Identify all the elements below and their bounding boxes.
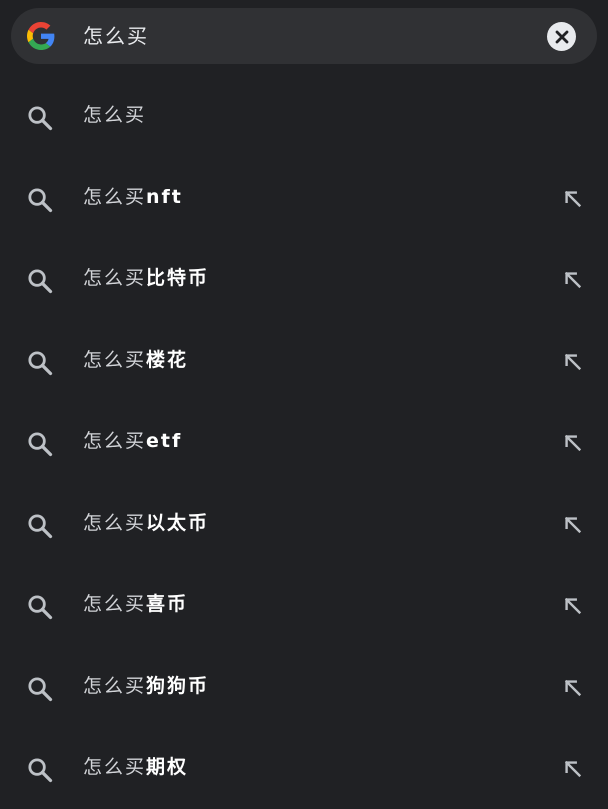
fill-query-arrow-icon[interactable] — [558, 184, 588, 214]
search-icon — [26, 430, 54, 458]
search-icon — [26, 593, 54, 621]
suggestion-suffix: 期权 — [146, 756, 189, 778]
fill-query-arrow-icon[interactable] — [558, 673, 588, 703]
suggestion-prefix: 怎么买 — [83, 430, 147, 452]
suggestion-suffix: 比特币 — [146, 267, 210, 289]
suggestion-text: 怎么买喜币 — [83, 564, 188, 646]
suggestion-item[interactable]: 怎么买以太币 — [0, 483, 608, 565]
fill-query-arrow-icon[interactable] — [558, 265, 588, 295]
suggestion-text: 怎么买以太币 — [83, 483, 209, 565]
search-icon — [26, 267, 54, 295]
suggestion-prefix: 怎么买 — [83, 756, 147, 778]
suggestion-prefix: 怎么买 — [83, 185, 147, 208]
suggestion-text: 怎么买 — [83, 75, 146, 157]
fill-query-arrow-icon[interactable] — [558, 428, 588, 458]
fill-query-arrow-icon[interactable] — [558, 510, 588, 540]
search-icon — [26, 675, 54, 703]
search-icon — [26, 756, 54, 784]
suggestion-text: 怎么买比特币 — [83, 238, 209, 320]
search-query[interactable]: 怎么买 — [83, 8, 149, 64]
clear-search-button[interactable] — [547, 22, 576, 51]
suggestion-item[interactable]: 怎么买楼花 — [0, 320, 608, 402]
google-logo-icon — [27, 22, 55, 50]
fill-query-arrow-icon[interactable] — [558, 754, 588, 784]
close-icon — [555, 30, 568, 43]
search-icon — [26, 349, 54, 377]
suggestion-text: 怎么买期权 — [83, 727, 188, 809]
suggestion-item[interactable]: 怎么买 — [0, 75, 608, 157]
search-icon — [26, 104, 54, 132]
suggestion-suffix: 楼花 — [146, 348, 189, 371]
search-bar[interactable]: 怎么买 — [11, 8, 597, 64]
suggestion-suffix: 以太币 — [146, 511, 210, 534]
suggestion-item[interactable]: 怎么买喜币 — [0, 564, 608, 646]
suggestion-prefix: 怎么买 — [83, 104, 147, 126]
suggestion-text: 怎么买nft — [83, 157, 183, 239]
suggestion-item[interactable]: 怎么买狗狗币 — [0, 646, 608, 728]
suggestion-prefix: 怎么买 — [83, 511, 147, 534]
suggestion-item[interactable]: 怎么买期权 — [0, 727, 608, 809]
suggestion-text: 怎么买狗狗币 — [83, 646, 209, 728]
suggestion-prefix: 怎么买 — [83, 267, 147, 289]
suggestion-list: 怎么买 怎么买nft 怎么买比特币 怎么买楼花 怎么买etf 怎么买以太币 怎么买喜币 怎么买… — [0, 75, 608, 809]
suggestion-text: 怎么买楼花 — [83, 320, 188, 402]
search-icon — [26, 512, 54, 540]
suggestion-item[interactable]: 怎么买nft — [0, 157, 608, 239]
suggestion-prefix: 怎么买 — [83, 348, 147, 371]
suggestion-prefix: 怎么买 — [83, 593, 147, 615]
fill-query-arrow-icon[interactable] — [558, 591, 588, 621]
suggestion-suffix: nft — [146, 185, 183, 208]
suggestion-text: 怎么买etf — [83, 401, 182, 483]
suggestion-suffix: etf — [146, 430, 183, 452]
fill-query-arrow-icon[interactable] — [558, 347, 588, 377]
search-icon — [26, 186, 54, 214]
suggestion-suffix: 狗狗币 — [146, 674, 210, 697]
suggestion-item[interactable]: 怎么买etf — [0, 401, 608, 483]
suggestion-prefix: 怎么买 — [83, 674, 147, 697]
suggestion-suffix: 喜币 — [146, 593, 189, 615]
suggestion-item[interactable]: 怎么买比特币 — [0, 238, 608, 320]
